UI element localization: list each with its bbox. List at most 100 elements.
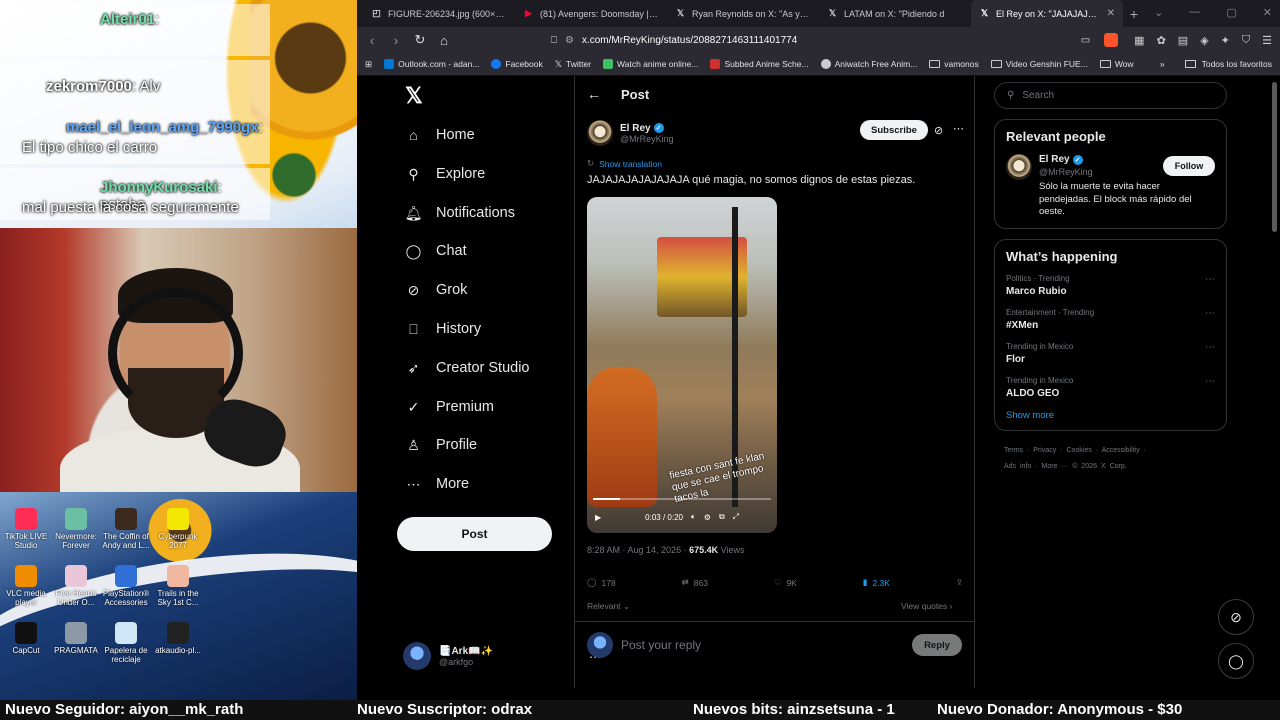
- like-action[interactable]: ♡ 9K: [774, 577, 797, 588]
- desktop-icon[interactable]: The Coffin of Andy and L...: [100, 508, 152, 550]
- trend-item[interactable]: Trending in Mexico Flor ⋯: [1006, 342, 1215, 365]
- forward-icon[interactable]: ›: [389, 33, 403, 48]
- screen-share-icon[interactable]: ▭: [1081, 35, 1090, 46]
- trend-item[interactable]: Entertainment · Trending #XMen ⋯: [1006, 308, 1215, 331]
- tab-list-icon[interactable]: ⌄: [1154, 6, 1163, 19]
- show-translation-link[interactable]: ↻ Show translation: [587, 158, 662, 169]
- back-arrow-icon[interactable]: ←: [587, 86, 601, 102]
- x-logo-icon[interactable]: 𝕏: [405, 85, 425, 107]
- desktop-icon[interactable]: Nevermore: Forever: [50, 508, 102, 550]
- close-tab-icon[interactable]: ✕: [1107, 8, 1115, 19]
- reply-action[interactable]: ◯ 178: [587, 577, 616, 588]
- reload-icon[interactable]: ↻: [413, 32, 427, 48]
- bookmark-page-icon[interactable]: ⎕: [551, 35, 557, 46]
- grok-icon[interactable]: ⊘: [934, 124, 943, 137]
- share-action[interactable]: ⇪: [956, 577, 963, 588]
- desktop-icon[interactable]: CapCut: [0, 622, 52, 655]
- shield-icon[interactable]: ⛉: [1242, 34, 1250, 47]
- video-player[interactable]: fiesta con sant fe klan que se cae el tr…: [587, 197, 777, 533]
- reply-button[interactable]: Reply: [912, 634, 962, 656]
- subscribe-button[interactable]: Subscribe: [860, 120, 928, 140]
- bookmark-item[interactable]: Outlook.com - adan...: [384, 59, 479, 69]
- site-info-icon[interactable]: ⚙: [565, 35, 574, 46]
- bookmark-item[interactable]: Aniwatch Free Anim...: [820, 59, 917, 69]
- relevant-person[interactable]: El Rey ✓ @MrReyKing Sólo la muerte te evi…: [1006, 154, 1215, 219]
- bookmark-item[interactable]: Wow: [1099, 59, 1134, 69]
- desktop-icon[interactable]: Cyberpunk 2077: [152, 508, 204, 550]
- home-icon[interactable]: ⌂: [437, 33, 451, 48]
- bookmark-action[interactable]: ▮ 2.3K: [863, 577, 890, 588]
- show-more-link[interactable]: Show more: [1006, 410, 1215, 421]
- extension-icon[interactable]: ◈: [1200, 34, 1208, 47]
- avatar[interactable]: [587, 120, 613, 146]
- desktop-icon[interactable]: Five Hearts Under O...: [50, 565, 102, 607]
- repost-action[interactable]: ⇄ 863: [682, 577, 708, 588]
- settings-icon[interactable]: ⚙: [704, 513, 711, 522]
- nav-item-premium[interactable]: ✓ Premium: [405, 396, 494, 418]
- menu-icon[interactable]: ☰: [1262, 34, 1272, 47]
- post-timestamp[interactable]: 8:28 AM · Aug 14, 2026 ·: [587, 545, 689, 555]
- follow-button[interactable]: Follow: [1163, 156, 1215, 176]
- search-input[interactable]: ⚲ Search: [994, 82, 1227, 109]
- desktop-icon[interactable]: Trails in the Sky 1st C...: [152, 565, 204, 607]
- extension-icon[interactable]: ▤: [1178, 34, 1188, 47]
- minimize-icon[interactable]: —: [1189, 6, 1200, 19]
- scrollbar[interactable]: [1272, 82, 1277, 232]
- desktop-icon[interactable]: Papelera de reciclaje: [100, 622, 152, 664]
- desktop-icon[interactable]: TikTok LIVE Studio: [0, 508, 52, 550]
- messages-fab-icon[interactable]: ◯: [1218, 643, 1254, 679]
- browser-tab-active[interactable]: 𝕏 El Rey on X: "JAJAJAJAJAJAJ ✕: [971, 0, 1123, 27]
- play-icon[interactable]: ▶: [595, 513, 601, 522]
- nav-item-chat[interactable]: ◯ Chat: [405, 240, 467, 262]
- bookmark-item[interactable]: vamonos: [929, 59, 979, 69]
- nav-item-profile[interactable]: ♙ Profile: [405, 434, 477, 456]
- account-switcher[interactable]: 📑Ark📖✨ @arkfgo: [403, 642, 493, 670]
- reply-composer[interactable]: Post your reply: [587, 632, 701, 658]
- nav-item-home[interactable]: ⌂ Home: [405, 124, 474, 146]
- grok-fab-icon[interactable]: ⊘: [1218, 599, 1254, 635]
- nav-item-more[interactable]: ⋯ More: [405, 473, 470, 495]
- back-icon[interactable]: ‹: [365, 33, 379, 48]
- more-options-icon[interactable]: ⋯: [953, 122, 964, 135]
- trend-item[interactable]: Politics · Trending Marco Rubio ⋯: [1006, 274, 1215, 297]
- desktop-icon[interactable]: PlayStation® Accessories: [100, 565, 152, 607]
- address-bar[interactable]: ⎕ ⚙ x.com/MrReyKing/status/2088271463111…: [461, 30, 1124, 50]
- nav-item-grok[interactable]: ⊘ Grok: [405, 279, 468, 301]
- bookmark-item[interactable]: 𝕏 Twitter: [555, 59, 591, 70]
- browser-tab[interactable]: 𝕏 Ryan Reynolds on X: "As you kno: [667, 0, 819, 27]
- chevron-right-icon[interactable]: »: [1160, 59, 1165, 69]
- footer-links[interactable]: Ads info · More ··· © 2026 X Corp.: [1004, 459, 1227, 475]
- extension-icon[interactable]: ✦: [1221, 34, 1230, 47]
- reply-sort-dropdown[interactable]: Relevant ⌄: [587, 601, 630, 612]
- post-author[interactable]: El Rey ✓ @MrReyKing: [587, 120, 674, 146]
- post-button[interactable]: Post: [397, 517, 552, 551]
- desktop-icon[interactable]: PRAGMATA: [50, 622, 102, 655]
- pip-icon[interactable]: ⧉: [719, 512, 725, 522]
- bookmark-item[interactable]: Watch anime online...: [603, 59, 698, 69]
- apps-icon[interactable]: ⊞: [365, 59, 372, 70]
- new-tab-button[interactable]: +: [1123, 0, 1145, 27]
- nav-item-notifications[interactable]: 🔔︎ Notifications: [405, 202, 515, 224]
- footer-links[interactable]: Terms · Privacy · Cookies · Accessibilit…: [1004, 443, 1227, 459]
- nav-item-history[interactable]: ⎕ History: [405, 318, 481, 340]
- browser-tab[interactable]: ◰ FIGURE-206234.jpg (600×600): [363, 0, 515, 27]
- browser-tab[interactable]: ▶ (81) Avengers: Doomsday | Spec: [515, 0, 667, 27]
- more-options-icon[interactable]: ⋯: [1205, 376, 1215, 387]
- fullscreen-icon[interactable]: ⤢: [733, 512, 739, 522]
- bookmark-item[interactable]: Subbed Anime Sche...: [710, 59, 809, 69]
- maximize-icon[interactable]: ▢: [1226, 6, 1236, 19]
- view-quotes-link[interactable]: View quotes ›: [901, 601, 952, 611]
- desktop-icon[interactable]: atkaudio-pl...: [152, 622, 204, 655]
- bookmark-item[interactable]: Facebook: [491, 59, 543, 69]
- more-options-icon[interactable]: ⋯: [1205, 342, 1215, 353]
- browser-tab[interactable]: 𝕏 LATAM on X: "Pidiendo d: [819, 0, 971, 27]
- brave-shield-icon[interactable]: [1104, 33, 1119, 47]
- volume-icon[interactable]: 🔈︎: [691, 512, 696, 522]
- desktop-icon[interactable]: VLC media player: [0, 565, 52, 607]
- more-options-icon[interactable]: ⋯: [1205, 308, 1215, 319]
- more-options-icon[interactable]: ⋯: [1205, 274, 1215, 285]
- reply-input[interactable]: Post your reply: [621, 638, 701, 652]
- nav-item-explore[interactable]: ⚲ Explore: [405, 163, 485, 185]
- bookmark-item[interactable]: Video Genshin FUE...: [990, 59, 1088, 69]
- all-bookmarks[interactable]: » Todos los favoritos: [1160, 59, 1272, 69]
